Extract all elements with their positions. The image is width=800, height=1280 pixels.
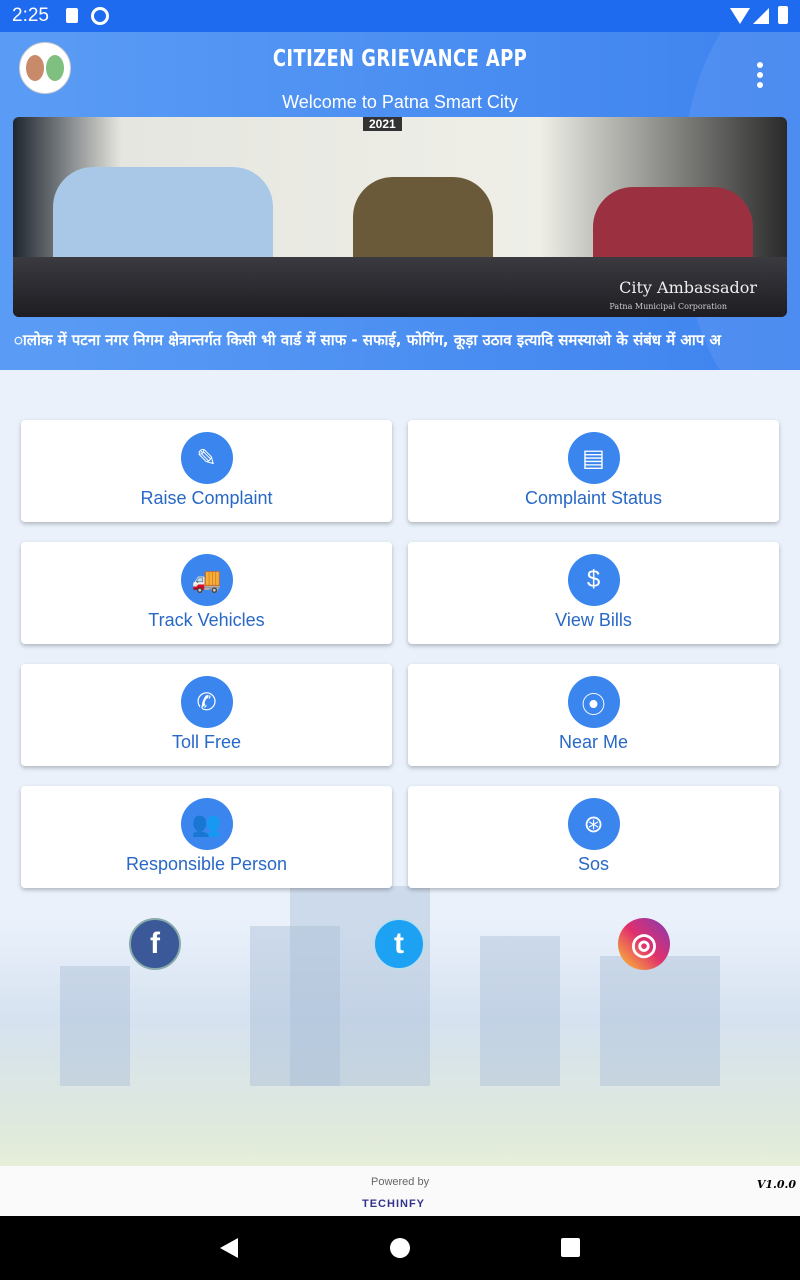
twitter-icon[interactable]: t — [373, 918, 425, 970]
facebook-icon[interactable]: f — [129, 918, 181, 970]
sd-card-icon — [66, 8, 78, 23]
menu-card-label: View Bills — [555, 610, 632, 630]
menu-card-sos[interactable]: ⊛ Sos — [408, 786, 779, 888]
menu-card-label: Track Vehicles — [148, 610, 265, 630]
menu-card-label: Raise Complaint — [140, 488, 273, 508]
menu-card-responsible-person[interactable]: 👥 Responsible Person — [21, 786, 392, 888]
menu-card-label: Complaint Status — [524, 488, 663, 508]
welcome-text: Welcome to Patna Smart City — [282, 92, 518, 112]
banner-sub-caption: Patna Municipal Corporation — [609, 302, 727, 311]
status-bar: 2:25 — [0, 0, 800, 32]
complaint-pen-icon: ✎ — [180, 432, 233, 484]
group-icon: 👥 — [180, 798, 233, 850]
lifebuoy-icon: ⊛ — [567, 798, 620, 850]
news-ticker: ालोक में पटना नगर निगम क्षेत्रान्तर्गत क… — [14, 331, 721, 349]
sync-icon — [91, 7, 109, 25]
municipal-logo — [19, 42, 71, 94]
clock: 2:25 — [12, 5, 49, 26]
wifi-icon — [730, 8, 750, 24]
powered-by-label: Powered by — [371, 1176, 430, 1188]
menu-card-track-vehicles[interactable]: 🚚 Track Vehicles — [21, 542, 392, 644]
instagram-icon[interactable]: ◎ — [618, 918, 670, 970]
version-label: V1.0.0 — [756, 1178, 796, 1191]
banner-year: 2021 — [363, 117, 402, 131]
menu-card-label: Sos — [577, 854, 610, 874]
menu-card-complaint-status[interactable]: ▤ Complaint Status — [408, 420, 779, 522]
menu-card-raise-complaint[interactable]: ✎ Raise Complaint — [21, 420, 392, 522]
phone-icon: ✆ — [180, 676, 233, 728]
menu-card-label: Responsible Person — [125, 854, 288, 874]
techinfy-logo: TECHINFY — [362, 1198, 425, 1210]
footer: Powered by TECHINFY V1.0.0 — [0, 1166, 800, 1216]
more-vert-icon[interactable] — [756, 62, 764, 88]
navigation-bar — [0, 1216, 800, 1280]
truck-icon: 🚚 — [180, 554, 233, 606]
bill-dollar-icon: $ — [567, 554, 620, 606]
app-title: CITIZEN GRIEVANCE APP — [272, 46, 528, 72]
menu-card-near-me[interactable]: ⦿ Near Me — [408, 664, 779, 766]
app-header: CITIZEN GRIEVANCE APP Welcome to Patna S… — [0, 32, 800, 370]
home-icon[interactable] — [390, 1238, 410, 1258]
banner-caption: City Ambassador — [619, 278, 757, 297]
menu-card-toll-free[interactable]: ✆ Toll Free — [21, 664, 392, 766]
menu-card-label: Toll Free — [171, 732, 242, 752]
menu-card-label: Near Me — [558, 732, 629, 752]
location-pin-icon: ⦿ — [567, 676, 620, 728]
back-icon[interactable] — [220, 1238, 238, 1258]
document-icon: ▤ — [567, 432, 620, 484]
recents-icon[interactable] — [561, 1238, 580, 1257]
battery-icon — [778, 6, 788, 24]
signal-icon — [753, 8, 769, 24]
menu-card-view-bills[interactable]: $ View Bills — [408, 542, 779, 644]
banner-carousel[interactable]: 2021 City Ambassador Patna Municipal Cor… — [13, 117, 787, 317]
